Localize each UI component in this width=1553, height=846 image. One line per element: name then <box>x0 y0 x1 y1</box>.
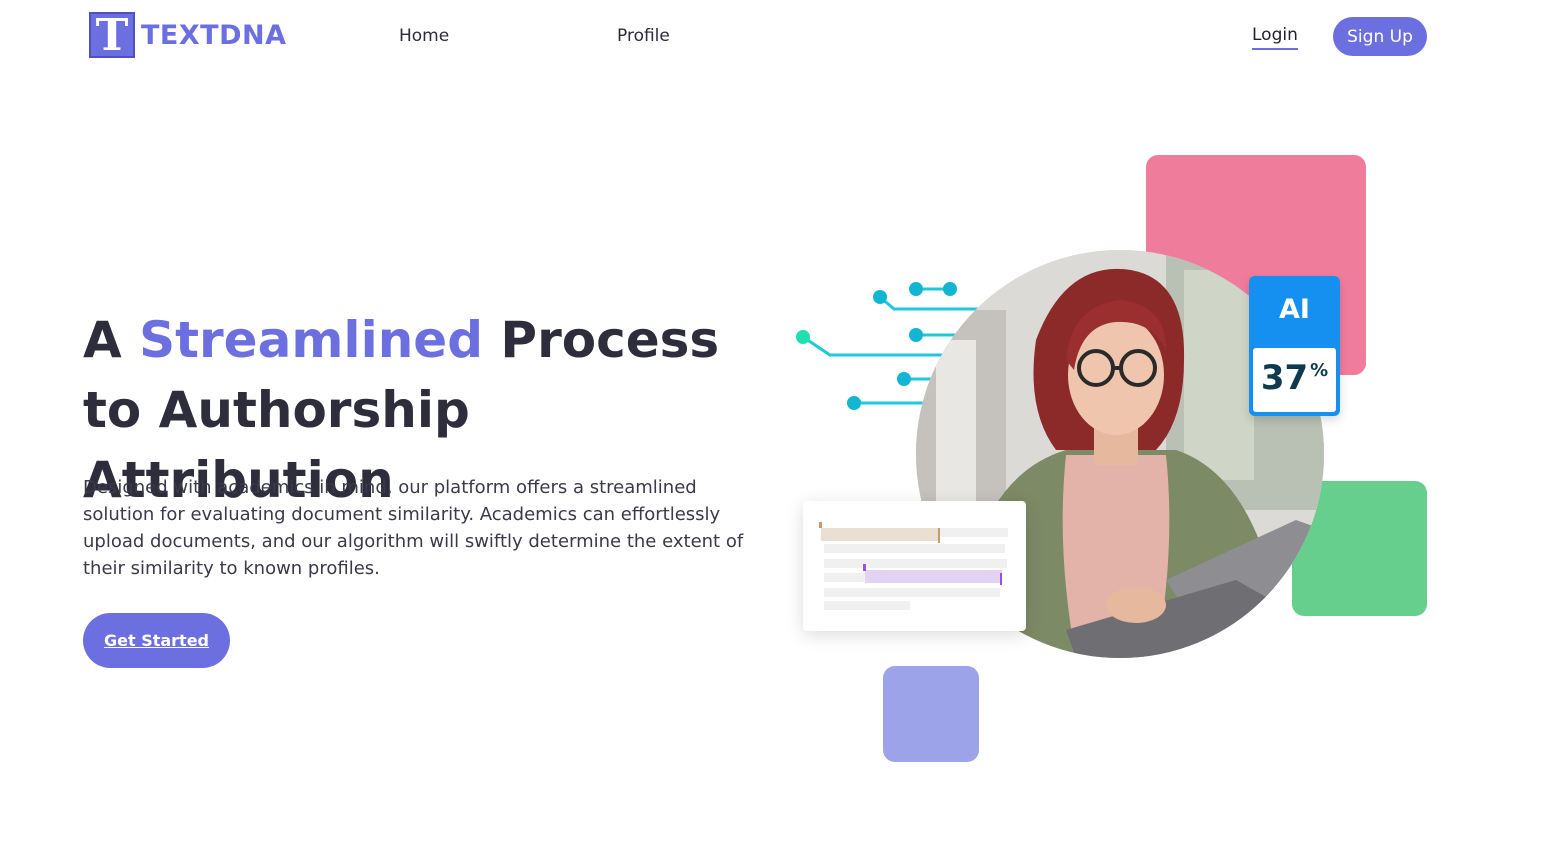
ai-score-unit: % <box>1310 360 1329 381</box>
hero-description: Designed with academics in mind, our pla… <box>83 477 744 579</box>
hero-title-accent: Streamlined <box>139 311 484 369</box>
nav-home-link[interactable]: Home <box>399 26 449 46</box>
logo-letter: T <box>95 10 129 61</box>
document-preview-card <box>803 501 1026 631</box>
login-link[interactable]: Login <box>1252 25 1298 50</box>
nav-profile-link[interactable]: Profile <box>617 26 670 46</box>
document-lines-illustration <box>819 522 1008 610</box>
ai-score-box: 37 % <box>1253 348 1336 412</box>
logo-text: TEXTDNA <box>141 19 287 51</box>
lavender-decor-square <box>883 666 979 762</box>
hero-title-part1: A <box>83 311 140 369</box>
ai-score-value: 37 <box>1260 358 1309 398</box>
ai-label: AI <box>1279 294 1310 325</box>
signup-button[interactable]: Sign Up <box>1333 17 1427 56</box>
get-started-button[interactable]: Get Started <box>83 613 230 668</box>
logo[interactable]: T TEXTDNA <box>89 10 287 61</box>
ai-score-card: AI 37 % <box>1249 276 1340 416</box>
logo-mark-icon: T <box>89 10 135 61</box>
